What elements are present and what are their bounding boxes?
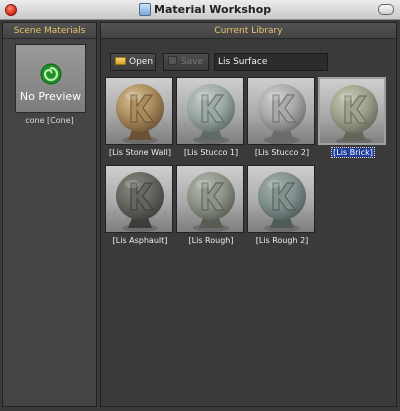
material-label: [Lis Brick] (318, 147, 388, 158)
material-thumbnail[interactable] (247, 77, 315, 145)
material-item[interactable]: [Lis Stucco 1] (176, 77, 246, 157)
material-label: [Lis Rough 2] (247, 236, 317, 245)
open-button[interactable]: Open (110, 53, 156, 71)
save-button-label: Save (181, 57, 204, 67)
material-thumbnail[interactable] (318, 77, 386, 145)
material-sphere-icon (248, 166, 314, 232)
material-thumbnail[interactable] (247, 165, 315, 233)
material-sphere-icon (248, 78, 314, 144)
current-library-header: Current Library (101, 23, 396, 39)
material-sphere-icon (320, 79, 384, 143)
material-label: [Lis Stucco 1] (176, 148, 246, 157)
material-label-text: [Lis Stucco 1] (183, 148, 239, 157)
material-label: [Lis Stone Wall] (105, 148, 175, 157)
material-label-text: [Lis Stucco 2] (254, 148, 310, 157)
title-bar: Material Workshop (0, 0, 400, 20)
material-sphere-icon (106, 166, 172, 232)
material-item[interactable]: [Lis Brick] (318, 77, 388, 158)
open-button-label: Open (129, 57, 154, 67)
material-sphere-icon (106, 78, 172, 144)
material-label-text: [Lis Brick] (331, 147, 375, 158)
material-label-text: [Lis Rough 2] (255, 236, 309, 245)
material-sphere-icon (177, 78, 243, 144)
library-name-field[interactable]: Lis Surface (214, 53, 328, 71)
material-item[interactable]: [Lis Rough 2] (247, 165, 317, 245)
scene-materials-header: Scene Materials (3, 23, 96, 39)
material-label: [Lis Stucco 2] (247, 148, 317, 157)
material-workshop-icon (139, 3, 151, 16)
window-title: Material Workshop (154, 3, 272, 16)
material-label-text: [Lis Stone Wall] (108, 148, 172, 157)
scene-materials-panel: Scene Materials No Preview cone [Cone] (2, 22, 97, 407)
folder-icon (115, 57, 126, 65)
material-item[interactable]: [Lis Asphault] (105, 165, 175, 245)
material-thumbnail[interactable] (105, 77, 173, 145)
material-label-text: [Lis Asphault] (112, 236, 168, 245)
material-sphere-icon (177, 166, 243, 232)
no-preview-text: No Preview (19, 90, 82, 103)
material-item[interactable]: [Lis Rough] (176, 165, 246, 245)
material-item[interactable]: [Lis Stone Wall] (105, 77, 175, 157)
current-library-panel: Current Library Open Save Lis Surface [L… (100, 22, 397, 407)
material-thumbnail[interactable] (176, 77, 244, 145)
spiral-logo-icon (40, 63, 62, 85)
material-label: [Lis Asphault] (105, 236, 175, 245)
disk-icon (168, 56, 177, 65)
material-label: [Lis Rough] (176, 236, 246, 245)
scene-material-label: cone [Cone] (25, 116, 74, 125)
scene-material-thumbnail[interactable]: No Preview (15, 44, 86, 113)
close-icon[interactable] (5, 4, 17, 16)
material-item[interactable]: [Lis Stucco 2] (247, 77, 317, 157)
material-thumbnail[interactable] (105, 165, 173, 233)
save-button[interactable]: Save (163, 53, 209, 71)
material-label-text: [Lis Rough] (188, 236, 234, 245)
maximize-icon[interactable] (378, 4, 394, 15)
material-thumbnail[interactable] (176, 165, 244, 233)
